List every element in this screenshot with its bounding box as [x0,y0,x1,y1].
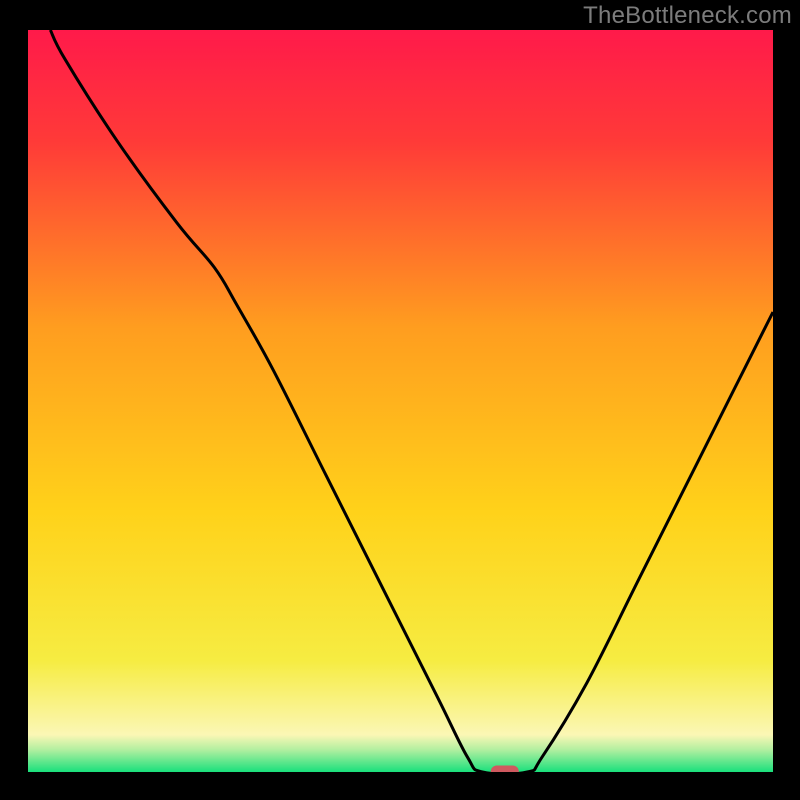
chart-container: TheBottleneck.com [0,0,800,800]
chart-gradient-bg [28,30,773,772]
frame-left [0,0,28,800]
frame-bottom [0,772,800,800]
bottleneck-chart [0,0,800,800]
frame-right [773,0,800,800]
watermark-text: TheBottleneck.com [583,2,792,30]
